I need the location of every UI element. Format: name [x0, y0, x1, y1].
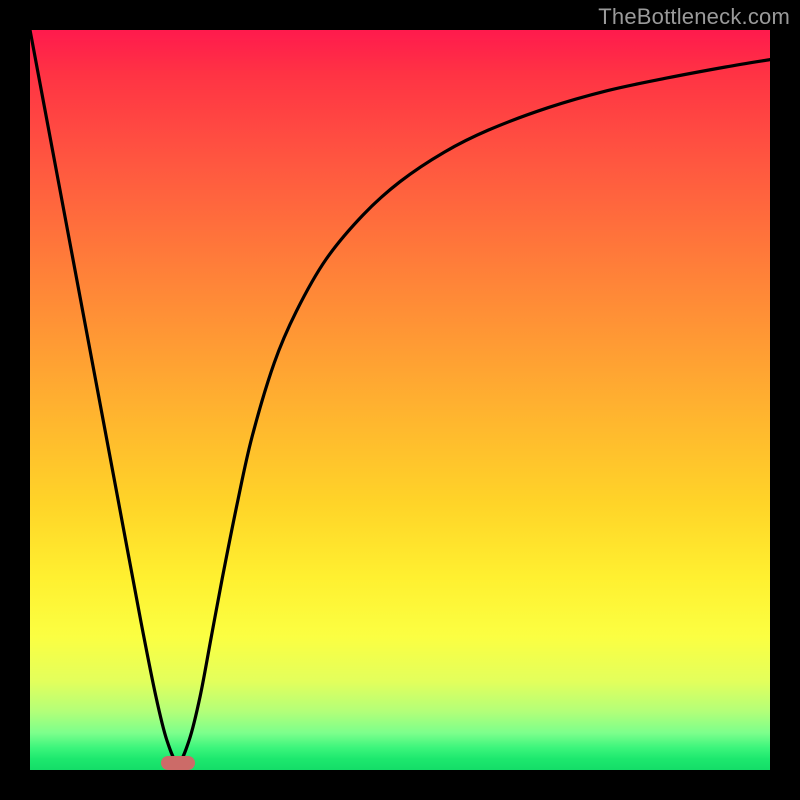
plot-area	[30, 30, 770, 770]
curve-svg	[30, 30, 770, 770]
chart-frame: TheBottleneck.com	[0, 0, 800, 800]
watermark-text: TheBottleneck.com	[598, 4, 790, 30]
bottleneck-curve	[30, 30, 770, 763]
minimum-marker	[161, 756, 195, 770]
